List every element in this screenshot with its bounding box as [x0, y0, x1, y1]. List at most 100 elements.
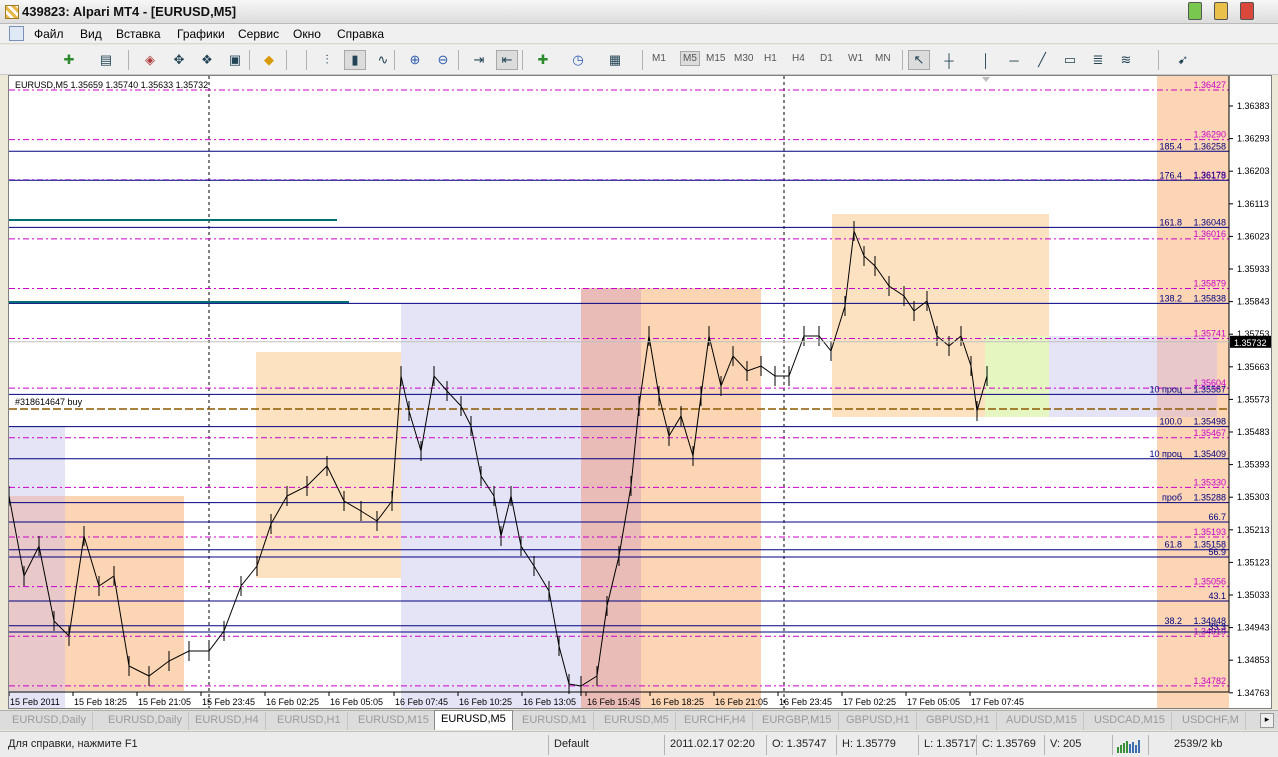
status-low: L: 1.35717: [924, 738, 976, 750]
timeframe-m5[interactable]: M5: [680, 51, 700, 66]
status-bar: Для справки, нажмите F1 Default 2011.02.…: [0, 731, 1278, 757]
level-label: 1.35330: [1193, 477, 1226, 487]
timeframe-mn[interactable]: MN: [875, 53, 891, 64]
chart-tab[interactable]: EURGBP,M15: [756, 712, 839, 730]
timeframe-m1[interactable]: M1: [652, 53, 666, 64]
chart-tabs: EURUSD,Daily EURUSD,Daily EURUSD,H4 EURUSD,…: [0, 710, 1278, 730]
autotrading-icon[interactable]: ◆: [258, 50, 280, 70]
fibo-fan-icon[interactable]: ≋: [1115, 50, 1137, 70]
rectangle-icon[interactable]: ▭: [1059, 50, 1081, 70]
time-tick-label: 17 Feb 05:05: [907, 697, 960, 707]
app-icon: [5, 5, 19, 19]
fibo-ratio-label: 185.4: [1159, 141, 1182, 151]
data-window-icon[interactable]: ❖: [196, 50, 218, 70]
menu-file[interactable]: Файл: [34, 27, 64, 41]
chart-tab[interactable]: GBPUSD,H1: [920, 712, 997, 730]
level-label: 1.35193: [1193, 527, 1226, 537]
toolbar-separator: [902, 50, 903, 70]
window-title: 439823: Alpari MT4 - [EURUSD,M5]: [22, 4, 237, 19]
zone-rectangle: [985, 336, 1049, 417]
chart-tab[interactable]: EURUSD,M1: [516, 712, 594, 730]
maximize-button[interactable]: [1214, 2, 1228, 20]
toolbar-separator: [642, 50, 643, 70]
menu-tools[interactable]: Сервис: [238, 27, 279, 41]
chart-tab[interactable]: EURUSD,M5: [434, 710, 513, 730]
autoscroll-icon[interactable]: ⇥: [468, 50, 490, 70]
close-button[interactable]: [1240, 2, 1254, 20]
new-chart-icon[interactable]: ✚: [58, 50, 80, 70]
time-tick-label: 16 Feb 18:25: [651, 697, 704, 707]
time-tick-label: 16 Feb 10:25: [459, 697, 512, 707]
time-tick-label: 16 Feb 05:05: [330, 697, 383, 707]
fibo-price-label: 1.35498: [1193, 417, 1226, 427]
crosshair-icon[interactable]: ┼: [938, 50, 960, 70]
fibo-price-label: 1.36258: [1193, 141, 1226, 151]
menu-help[interactable]: Справка: [337, 27, 384, 41]
bar-chart-icon[interactable]: ⫶: [316, 50, 338, 70]
fibo-ratio-label: 43.1: [1208, 591, 1226, 601]
time-tick-label: 17 Feb 07:45: [971, 697, 1024, 707]
level-label: 1.35879: [1193, 279, 1226, 289]
toolbar-separator: [286, 50, 287, 70]
minimize-button[interactable]: [1188, 2, 1202, 20]
chart-tab[interactable]: EURUSD,H4: [189, 712, 266, 730]
timeframe-m15[interactable]: M15: [706, 53, 725, 64]
zoom-in-icon[interactable]: ⊕: [404, 50, 426, 70]
chart-tab[interactable]: USDCHF,M: [1176, 712, 1246, 730]
price-chart[interactable]: 1.364271.362901.361791.360161.358791.357…: [9, 76, 1272, 709]
status-volume: V: 205: [1050, 738, 1082, 750]
chart-tab[interactable]: EURUSD,Daily: [102, 712, 189, 730]
menu-view[interactable]: Вид: [80, 27, 102, 41]
cursor-icon[interactable]: ↖: [908, 50, 930, 70]
zone-rectangle: [256, 352, 401, 578]
chart-tab[interactable]: EURUSD,M15: [352, 712, 436, 730]
toolbar-separator: [394, 50, 395, 70]
zone-rectangle: [401, 304, 581, 708]
market-watch-icon[interactable]: ◈: [139, 50, 161, 70]
templates-icon[interactable]: ▦: [604, 50, 626, 70]
zoom-out-icon[interactable]: ⊖: [432, 50, 454, 70]
fibo-icon[interactable]: ≣: [1087, 50, 1109, 70]
time-tick-label: 15 Feb 18:25: [74, 697, 127, 707]
order-label: #318614647 buy: [15, 397, 83, 407]
menu-insert[interactable]: Вставка: [116, 27, 161, 41]
status-datetime: 2011.02.17 02:20: [670, 738, 755, 750]
timeframe-h4[interactable]: H4: [792, 53, 805, 64]
chart-header: EURUSD,M5 1.35659 1.35740 1.35633 1.3573…: [15, 80, 208, 90]
profiles-icon[interactable]: ▤: [95, 50, 117, 70]
chart-tab[interactable]: EURUSD,H1: [271, 712, 348, 730]
chart-window-icon[interactable]: [9, 26, 24, 41]
timeframe-d1[interactable]: D1: [820, 53, 833, 64]
chart-area[interactable]: 1.36427 1.36290 1.36179 1.36016 1.35879 1.357…: [8, 75, 1272, 709]
vertical-line-icon[interactable]: │: [975, 50, 997, 70]
time-tick-label: 15 Feb 2011: [10, 697, 60, 707]
fibo-ratio-label: 10 проц: [1149, 449, 1182, 459]
timeframe-m30[interactable]: M30: [734, 53, 753, 64]
menu-window[interactable]: Окно: [293, 27, 321, 41]
horizontal-line-icon[interactable]: ─: [1003, 50, 1025, 70]
price-tick-label: 1.34943: [1237, 623, 1270, 633]
tab-scroll-right-icon[interactable]: ▸: [1260, 713, 1274, 728]
chart-tab[interactable]: GBPUSD,H1: [840, 712, 917, 730]
candlestick-icon[interactable]: ▮: [344, 50, 366, 70]
level-label: 1.36016: [1193, 229, 1226, 239]
terminal-icon[interactable]: ▣: [224, 50, 246, 70]
chart-tab[interactable]: EURCHF,H4: [678, 712, 753, 730]
menu-charts[interactable]: Графики: [177, 27, 225, 41]
menu-bar: Файл Вид Вставка Графики Сервис Окно Спр…: [0, 24, 1278, 64]
chart-tab[interactable]: EURUSD,Daily: [6, 712, 93, 730]
timeframe-h1[interactable]: H1: [764, 53, 777, 64]
toolbar-separator: [1158, 50, 1159, 70]
fibo-price-label: 1.35288: [1193, 493, 1226, 503]
chart-tab[interactable]: EURUSD,M5: [598, 712, 676, 730]
trendline-icon[interactable]: ╱: [1031, 50, 1053, 70]
line-chart-icon[interactable]: ∿: [372, 50, 394, 70]
indicators-icon[interactable]: ✚: [532, 50, 554, 70]
navigator-icon[interactable]: ✥: [168, 50, 190, 70]
chart-tab[interactable]: USDCAD,M15: [1088, 712, 1172, 730]
chart-shift-icon[interactable]: ⇤: [496, 50, 518, 70]
arrows-icon[interactable]: ➹: [1172, 50, 1194, 70]
timeframe-w1[interactable]: W1: [848, 53, 863, 64]
chart-tab[interactable]: AUDUSD,M15: [1000, 712, 1084, 730]
periods-icon[interactable]: ◷: [567, 50, 589, 70]
